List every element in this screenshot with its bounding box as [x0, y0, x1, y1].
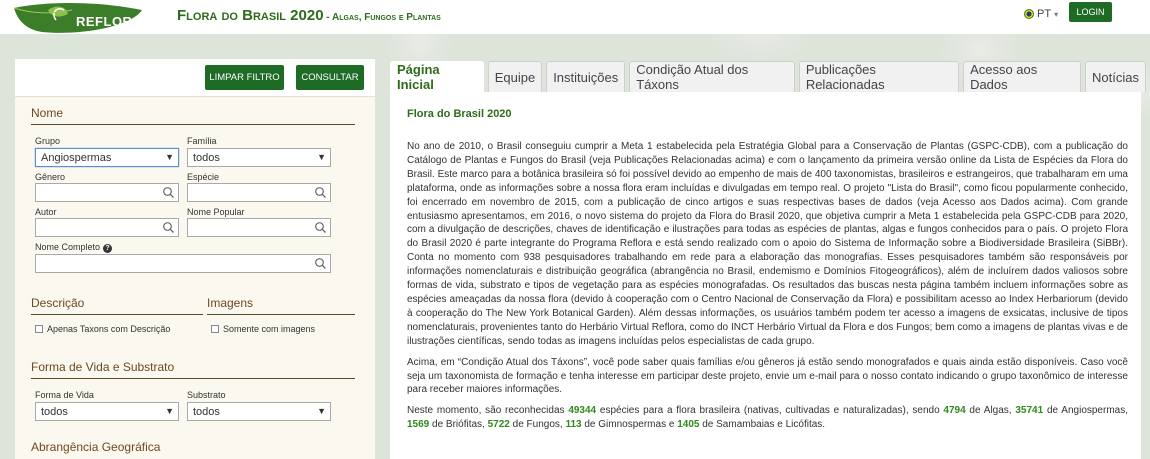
dropdown-arrow-icon: ▼: [165, 152, 174, 162]
imagens-checkbox-label: Somente com imagens: [223, 324, 316, 334]
clear-filter-button[interactable]: LIMPAR FILTRO: [205, 65, 284, 90]
briofitas-count: 1569: [407, 419, 430, 431]
stats-text: de Samambaias e Licófitas.: [699, 419, 826, 431]
tab-acesso-dados[interactable]: Acesso aos Dados: [963, 61, 1082, 92]
stats-text: de Briófitas,: [429, 419, 488, 431]
tab-noticias[interactable]: Notícias: [1085, 61, 1146, 92]
imagens-checkbox-row[interactable]: Somente com imagens: [211, 324, 315, 334]
substrato-label: Substrato: [187, 390, 226, 400]
search-icon: [315, 258, 326, 269]
tab-pagina-inicial[interactable]: Página Inicial: [390, 61, 484, 92]
section-title-descricao: Descrição: [31, 296, 203, 315]
nome-completo-label: Nome Completo: [35, 242, 101, 252]
nome-popular-label: Nome Popular: [187, 207, 245, 217]
content-paragraph-1: No ano de 2010, o Brasil conseguiu cumpr…: [407, 141, 1128, 347]
dropdown-arrow-icon: ▼: [317, 152, 326, 162]
content-heading: Flora do Brasil 2020: [407, 108, 512, 120]
stats-text: de Angiospermas,: [1043, 405, 1128, 417]
angiospermas-count: 35741: [1015, 405, 1044, 417]
chevron-down-icon: ▾: [1054, 9, 1059, 19]
genero-input[interactable]: [35, 183, 179, 202]
logo-text: REFLORA: [76, 14, 143, 29]
reflora-logo[interactable]: REFLORA: [12, 0, 144, 34]
forma-vida-label: Forma de Vida: [35, 390, 94, 400]
site-title-main: Flora do Brasil 2020: [177, 7, 324, 24]
genero-label: Gênero: [35, 172, 66, 182]
language-selector[interactable]: PT ▾: [1024, 8, 1058, 20]
forma-vida-select[interactable]: todos ▼: [35, 402, 179, 421]
familia-label: Família: [187, 136, 217, 146]
content-paragraph-2: Acima, em “Condição Atual dos Táxons”, v…: [407, 356, 1128, 396]
main-content: Flora do Brasil 2020 No ano de 2010, o B…: [390, 92, 1141, 459]
stats-text: Neste momento, são reconhecidas: [407, 405, 569, 417]
search-icon: [163, 222, 174, 233]
site-title-sub: - Algas, Fungos e Plantas: [323, 12, 441, 23]
especie-label: Espécie: [187, 172, 220, 182]
filter-form: Nome Grupo Angiospermas ▼ Família todos …: [15, 96, 375, 459]
descricao-checkbox[interactable]: [35, 325, 43, 333]
stats-text: de Fungos,: [509, 419, 566, 431]
substrato-select[interactable]: todos ▼: [187, 402, 331, 421]
top-header: REFLORA Flora do Brasil 2020 - Algas, Fu…: [0, 0, 1150, 34]
nome-popular-input[interactable]: [187, 218, 331, 237]
samambaias-count: 1405: [677, 419, 700, 431]
nome-completo-input[interactable]: [35, 254, 331, 273]
grupo-label: Grupo: [35, 136, 61, 146]
section-title-nome: Nome: [31, 106, 355, 125]
tab-condicao-atual[interactable]: Condição Atual dos Táxons: [629, 61, 795, 92]
fungos-count: 5722: [487, 419, 510, 431]
section-title-abrangencia: Abrangência Geográfica: [31, 440, 161, 454]
dropdown-arrow-icon: ▼: [317, 406, 326, 416]
tab-equipe[interactable]: Equipe: [487, 61, 543, 92]
especie-input[interactable]: [187, 183, 331, 202]
content-paragraph-3: Neste momento, são reconhecidas 49344 es…: [407, 404, 1128, 432]
autor-label: Autor: [35, 207, 57, 217]
tab-publicacoes[interactable]: Publicações Relacionadas: [798, 61, 960, 92]
stats-text: de Algas,: [965, 405, 1016, 417]
descricao-checkbox-row[interactable]: Apenas Taxons com Descrição: [35, 324, 170, 334]
gimnospermas-count: 113: [565, 419, 582, 431]
section-title-imagens: Imagens: [207, 296, 355, 315]
filter-panel: LIMPAR FILTRO CONSULTAR Nome Grupo Angio…: [15, 59, 375, 459]
descricao-checkbox-label: Apenas Taxons com Descrição: [47, 324, 171, 334]
nome-completo-label-wrap: Nome Completo?: [35, 242, 113, 253]
total-species-count: 49344: [568, 405, 597, 417]
autor-input[interactable]: [35, 218, 179, 237]
login-button[interactable]: LOGIN: [1069, 2, 1112, 22]
familia-select-value: todos: [193, 151, 220, 164]
algas-count: 4794: [943, 405, 966, 417]
dropdown-arrow-icon: ▼: [165, 406, 174, 416]
tab-instituicoes[interactable]: Instituições: [546, 61, 626, 92]
search-icon: [163, 187, 174, 198]
search-icon: [315, 222, 326, 233]
stats-text: espécies para a flora brasileira (nativa…: [596, 405, 944, 417]
section-title-forma-vida: Forma de Vida e Substrato: [31, 360, 355, 379]
site-title: Flora do Brasil 2020 - Algas, Fungos e P…: [177, 7, 441, 24]
help-icon[interactable]: ?: [103, 244, 113, 253]
substrato-select-value: todos: [193, 405, 220, 418]
language-label: PT: [1037, 8, 1052, 20]
forma-vida-select-value: todos: [41, 405, 68, 418]
search-button[interactable]: CONSULTAR: [296, 65, 364, 90]
brazil-flag-icon: [1024, 9, 1034, 19]
grupo-select-value: Angiospermas: [41, 151, 112, 164]
main-tabs: Página Inicial Equipe Instituições Condi…: [390, 61, 1150, 92]
familia-select[interactable]: todos ▼: [187, 148, 331, 167]
search-icon: [315, 187, 326, 198]
grupo-select[interactable]: Angiospermas ▼: [35, 148, 179, 167]
stats-text: de Gimnospermas e: [581, 419, 678, 431]
imagens-checkbox[interactable]: [211, 325, 219, 333]
